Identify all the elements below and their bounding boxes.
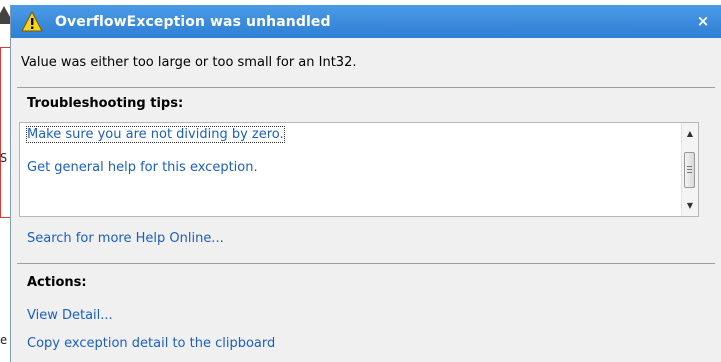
background-error-line-vertical bbox=[0, 47, 1, 217]
thumb-grip-line bbox=[687, 169, 692, 170]
scroll-down-arrow-icon[interactable]: ▼ bbox=[682, 197, 698, 214]
scroll-up-arrow-icon[interactable]: ▲ bbox=[682, 125, 698, 142]
close-icon[interactable]: × bbox=[695, 13, 711, 29]
background-code-char: e bbox=[0, 333, 8, 347]
tip-link-general-help[interactable]: Get general help for this exception. bbox=[27, 160, 258, 175]
exception-message: Value was either too large or too small … bbox=[21, 55, 357, 70]
view-detail-link[interactable]: View Detail... bbox=[27, 308, 113, 323]
copy-exception-detail-link[interactable]: Copy exception detail to the clipboard bbox=[27, 336, 275, 351]
divider bbox=[17, 263, 715, 264]
actions-heading: Actions: bbox=[27, 275, 87, 290]
warning-triangle-icon bbox=[21, 10, 43, 33]
divider bbox=[17, 87, 715, 88]
thumb-grip-line bbox=[687, 166, 692, 167]
troubleshooting-heading: Troubleshooting tips: bbox=[27, 96, 184, 111]
tips-scrollbar[interactable]: ▲ ▼ bbox=[681, 123, 698, 216]
troubleshooting-tips-list: Make sure you are not dividing by zero. … bbox=[19, 122, 699, 217]
scrollbar-thumb[interactable] bbox=[684, 152, 695, 188]
search-help-online-link[interactable]: Search for more Help Online... bbox=[27, 231, 224, 246]
screen: S e OverflowException was unhandled × Va… bbox=[0, 0, 721, 362]
dialog-title: OverflowException was unhandled bbox=[55, 13, 331, 30]
dialog-title-bar[interactable]: OverflowException was unhandled × bbox=[11, 5, 721, 38]
thumb-grip-line bbox=[687, 172, 692, 173]
exception-helper-dialog: OverflowException was unhandled × Value … bbox=[10, 5, 721, 362]
background-code-char: S bbox=[0, 151, 8, 165]
tip-link-divide-by-zero[interactable]: Make sure you are not dividing by zero. bbox=[26, 126, 285, 143]
